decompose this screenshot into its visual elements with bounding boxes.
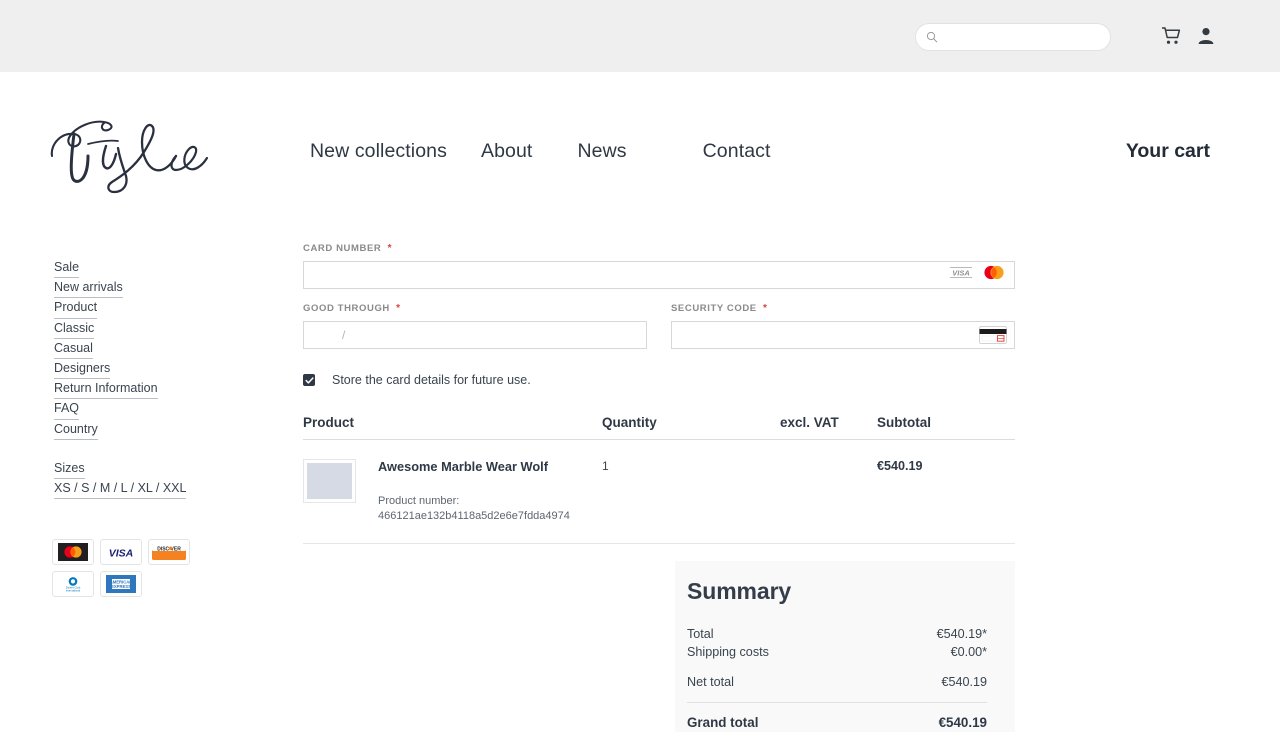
visa-badge: VISA: [100, 539, 142, 565]
card-number-input[interactable]: [304, 262, 1014, 288]
sidebar-sizes-value[interactable]: XS / S / M / L / XL / XXL: [54, 479, 187, 500]
accepted-payment-badges: VISA DISC VER Diners Club International …: [52, 539, 202, 597]
summary-row-shipping-value: €0.00*: [950, 645, 987, 659]
good-through-input-shell[interactable]: [303, 321, 647, 349]
nav-item-news[interactable]: News: [577, 140, 626, 163]
nav-item-about[interactable]: About: [481, 140, 532, 163]
cvv-card-icon: [979, 326, 1007, 344]
card-number-field-group: CARD NUMBER * VISA: [303, 243, 1015, 289]
security-code-label: SECURITY CODE *: [671, 303, 1015, 314]
sidebar-item-new-arrivals[interactable]: New arrivals: [54, 278, 123, 299]
visa-icon: VISA: [948, 265, 974, 286]
sidebar-item-faq[interactable]: FAQ: [54, 399, 80, 420]
sidebar-links: Sale New arrivals Product Classic Casual…: [54, 258, 274, 500]
search-input[interactable]: [944, 30, 1094, 44]
card-expiry-cvv-row: GOOD THROUGH * SECURITY CODE *: [303, 303, 1015, 349]
security-code-input-shell[interactable]: [671, 321, 1015, 349]
card-brand-icons: VISA: [948, 265, 1007, 286]
security-code-input[interactable]: [672, 322, 1014, 348]
site-logo[interactable]: [44, 110, 214, 198]
sidebar-item-sale[interactable]: Sale: [54, 258, 80, 279]
card-number-input-shell[interactable]: VISA: [303, 261, 1015, 289]
good-through-label: GOOD THROUGH *: [303, 303, 647, 314]
svg-text:VISA: VISA: [109, 548, 134, 560]
sidebar-item-classic[interactable]: Classic: [54, 319, 95, 339]
product-thumbnail-placeholder: [307, 463, 352, 499]
shopping-cart-icon[interactable]: [1161, 26, 1181, 51]
security-code-field-group: SECURITY CODE *: [671, 303, 1015, 349]
diners-club-badge: Diners Club International: [52, 571, 94, 597]
main-navigation: New collections About News Contact: [310, 140, 771, 163]
column-header-vat: excl. VAT: [780, 415, 839, 430]
product-number-value: 466121ae132b4118a5d2e6e7fdda4974: [378, 509, 570, 522]
sidebar-item-designers[interactable]: Designers: [54, 359, 111, 380]
column-header-subtotal: Subtotal: [877, 415, 931, 430]
product-info: Awesome Marble Wear Wolf Product number:…: [378, 459, 602, 523]
sidebar-item-product[interactable]: Product: [54, 298, 98, 319]
product-name[interactable]: Awesome Marble Wear Wolf: [378, 459, 602, 475]
summary-row-shipping: Shipping costs €0.00*: [687, 643, 987, 661]
summary-row-grand-total-label: Grand total: [687, 715, 759, 730]
summary-title: Summary: [687, 578, 792, 604]
card-number-label: CARD NUMBER *: [303, 243, 1015, 254]
summary-row-total-label: Total: [687, 627, 714, 641]
column-header-quantity: Quantity: [602, 415, 657, 430]
summary-row-total-value: €540.19*: [936, 627, 987, 641]
sidebar-item-return-information[interactable]: Return Information: [54, 379, 158, 400]
required-asterisk: *: [387, 243, 393, 254]
good-through-label-text: GOOD THROUGH: [303, 303, 390, 314]
mastercard-badge: [52, 539, 94, 565]
sidebar-item-sizes[interactable]: Sizes: [54, 459, 85, 480]
store-card-checkbox[interactable]: [303, 374, 315, 386]
svg-text:International: International: [66, 588, 81, 592]
sidebar-item-casual[interactable]: Casual: [54, 339, 93, 360]
product-number: Product number: 466121ae132b4118a5d2e6e7…: [378, 494, 602, 523]
summary-row-grand-total: Grand total €540.19: [687, 703, 987, 732]
nav-item-contact[interactable]: Contact: [703, 140, 771, 163]
product-vat: [780, 459, 877, 523]
search-box[interactable]: [915, 23, 1111, 51]
svg-text:EXPRESS: EXPRESS: [111, 584, 131, 589]
required-asterisk: *: [763, 303, 768, 314]
table-header-row: Product Quantity excl. VAT Subtotal: [303, 415, 1015, 440]
mastercard-icon: [981, 265, 1007, 286]
summary-row-net-total-label: Net total: [687, 675, 734, 689]
svg-text:VISA: VISA: [952, 269, 970, 278]
payment-form: CARD NUMBER * VISA GOOD THROUGH * / SECU…: [303, 243, 1015, 387]
summary-row-shipping-label: Shipping costs: [687, 645, 769, 659]
security-code-label-text: SECURITY CODE: [671, 303, 757, 314]
summary-row-grand-total-value: €540.19: [938, 715, 987, 730]
product-quantity: 1: [602, 459, 609, 473]
order-summary-panel: Summary Total €540.19* Shipping costs €0…: [675, 561, 1015, 732]
search-icon: [926, 31, 938, 43]
card-number-label-text: CARD NUMBER: [303, 243, 382, 254]
product-subtotal: €540.19: [877, 459, 923, 473]
table-row: Awesome Marble Wear Wolf Product number:…: [303, 440, 1015, 544]
required-asterisk: *: [396, 303, 401, 314]
store-card-row: Store the card details for future use.: [303, 373, 1015, 387]
nav-item-new-collections[interactable]: New collections: [310, 140, 447, 163]
sidebar-item-country[interactable]: Country: [54, 420, 98, 440]
cart-items-table: Product Quantity excl. VAT Subtotal Awes…: [303, 415, 1015, 544]
top-utility-bar: [0, 0, 1280, 72]
summary-row-net-total-value: €540.19: [941, 675, 987, 689]
product-cell: Awesome Marble Wear Wolf Product number:…: [303, 459, 602, 523]
your-cart-link[interactable]: Your cart: [1126, 140, 1210, 163]
discover-badge: DISC VER: [148, 539, 190, 565]
good-through-field-group: GOOD THROUGH *: [303, 303, 647, 349]
summary-row-total: Total €540.19*: [687, 625, 987, 643]
column-header-product: Product: [303, 415, 355, 430]
user-account-icon[interactable]: [1196, 26, 1216, 51]
good-through-input[interactable]: [304, 322, 646, 348]
amex-badge: AMERICAN EXPRESS: [100, 571, 142, 597]
store-card-label: Store the card details for future use.: [332, 373, 531, 387]
summary-row-net-total: Net total €540.19: [687, 673, 987, 691]
product-number-label: Product number:: [378, 495, 460, 507]
product-thumbnail[interactable]: [303, 459, 356, 503]
